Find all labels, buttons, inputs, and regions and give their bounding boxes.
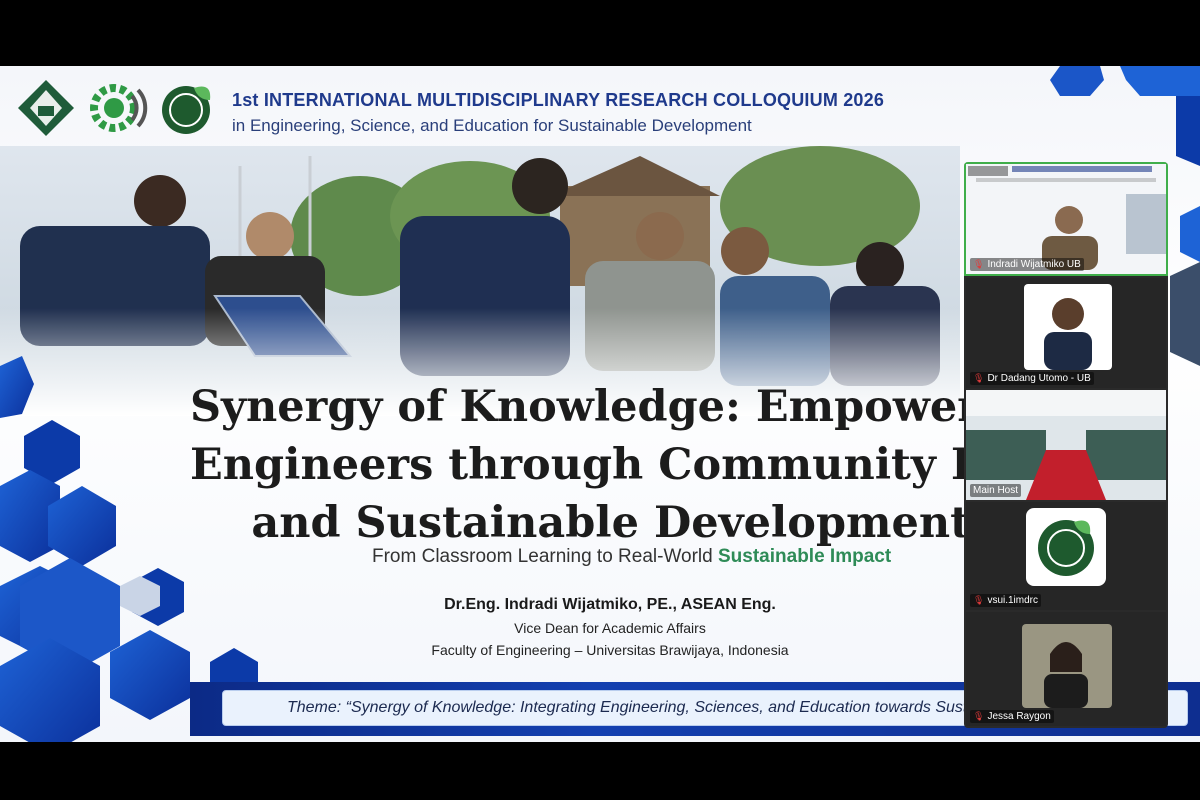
participant-tile[interactable]: 🎙 vsui.1imdrc bbox=[966, 502, 1166, 610]
participant-name-label: 🎙 Dr Dadang Utomo - UB bbox=[970, 372, 1094, 385]
mic-muted-icon: 🎙 bbox=[973, 711, 985, 721]
participant-name-label: 🎙 Indradi Wijatmiko UB bbox=[970, 258, 1084, 271]
participant-name-label: 🎙 vsui.1imdrc bbox=[970, 594, 1042, 607]
speaker-role: Vice Dean for Academic Affairs bbox=[514, 620, 706, 636]
slide-subtitle: From Classroom Learning to Real-World Su… bbox=[372, 546, 891, 568]
subtitle-highlight: Sustainable Impact bbox=[718, 546, 892, 567]
speaker-faculty: Faculty of Engineering – Universitas Bra… bbox=[431, 642, 789, 658]
bottom-letterbox bbox=[0, 742, 1200, 800]
participant-tile[interactable]: Main Host bbox=[966, 390, 1166, 500]
institution-logo bbox=[18, 80, 74, 136]
presentation-slide: 1st INTERNATIONAL MULTIDISCIPLINARY RESE… bbox=[0, 66, 1200, 742]
subtitle-text: From Classroom Learning to Real-World bbox=[372, 546, 718, 567]
community-photo bbox=[0, 146, 960, 416]
gear-logo bbox=[90, 84, 148, 132]
mic-on-icon: 🎙 bbox=[973, 259, 985, 269]
leaf-globe-logo bbox=[162, 86, 211, 134]
slide-title-line-1: Synergy of Knowledge: Empowering bbox=[190, 382, 970, 432]
participant-name-label: Main Host bbox=[970, 484, 1022, 497]
participant-tile[interactable]: 🎙 Jessa Raygon bbox=[966, 612, 1166, 726]
participant-tile[interactable]: 🎙 Dr Dadang Utomo - UB bbox=[966, 278, 1166, 388]
mic-muted-icon: 🎙 bbox=[973, 595, 985, 605]
slide-title-line-2: Engineers through Community Engag bbox=[190, 440, 970, 490]
participant-photo bbox=[1022, 624, 1112, 708]
mic-muted-icon: 🎙 bbox=[973, 373, 985, 383]
participant-name-label: 🎙 Jessa Raygon bbox=[970, 710, 1054, 723]
participant-tile-active-speaker[interactable]: 🎙 Indradi Wijatmiko UB bbox=[964, 162, 1168, 276]
conference-subtitle: in Engineering, Science, and Education f… bbox=[232, 116, 752, 135]
slide-title: Synergy of Knowledge: Empowering Enginee… bbox=[190, 378, 970, 552]
slide-title-line-3: and Sustainable Development bbox=[251, 498, 970, 548]
conference-title: 1st INTERNATIONAL MULTIDISCIPLINARY RESE… bbox=[232, 90, 885, 110]
speaker-name: Dr.Eng. Indradi Wijatmiko, PE., ASEAN En… bbox=[444, 596, 776, 613]
participants-panel[interactable]: 🎙 Indradi Wijatmiko UB 🎙 Dr Dadang Utomo -… bbox=[964, 162, 1168, 728]
top-letterbox bbox=[0, 0, 1200, 66]
